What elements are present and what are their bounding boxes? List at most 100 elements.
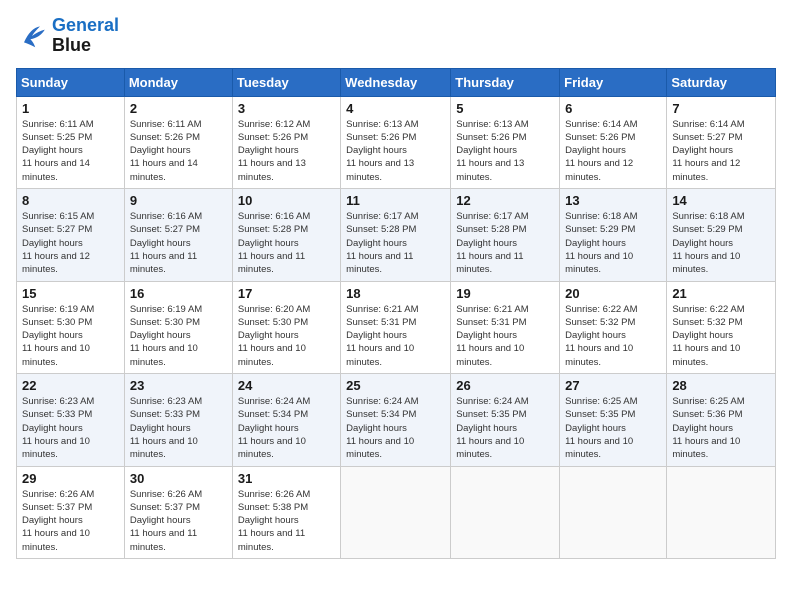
calendar-cell xyxy=(667,466,776,558)
calendar-week-3: 15 Sunrise: 6:19 AM Sunset: 5:30 PM Dayl… xyxy=(17,281,776,373)
weekday-header-monday: Monday xyxy=(124,68,232,96)
day-number: 2 xyxy=(130,101,227,116)
calendar-cell: 25 Sunrise: 6:24 AM Sunset: 5:34 PM Dayl… xyxy=(341,374,451,466)
logo-bird-icon xyxy=(16,20,48,52)
calendar-cell: 12 Sunrise: 6:17 AM Sunset: 5:28 PM Dayl… xyxy=(451,189,560,281)
calendar-week-5: 29 Sunrise: 6:26 AM Sunset: 5:37 PM Dayl… xyxy=(17,466,776,558)
day-info: Sunrise: 6:21 AM Sunset: 5:31 PM Dayligh… xyxy=(456,303,554,369)
day-number: 31 xyxy=(238,471,335,486)
day-info: Sunrise: 6:17 AM Sunset: 5:28 PM Dayligh… xyxy=(456,210,554,276)
day-number: 21 xyxy=(672,286,770,301)
calendar-cell: 19 Sunrise: 6:21 AM Sunset: 5:31 PM Dayl… xyxy=(451,281,560,373)
day-info: Sunrise: 6:14 AM Sunset: 5:26 PM Dayligh… xyxy=(565,118,661,184)
calendar-cell: 27 Sunrise: 6:25 AM Sunset: 5:35 PM Dayl… xyxy=(560,374,667,466)
day-info: Sunrise: 6:23 AM Sunset: 5:33 PM Dayligh… xyxy=(22,395,119,461)
day-number: 7 xyxy=(672,101,770,116)
calendar-cell: 11 Sunrise: 6:17 AM Sunset: 5:28 PM Dayl… xyxy=(341,189,451,281)
calendar-cell: 3 Sunrise: 6:12 AM Sunset: 5:26 PM Dayli… xyxy=(232,96,340,188)
day-number: 5 xyxy=(456,101,554,116)
day-info: Sunrise: 6:22 AM Sunset: 5:32 PM Dayligh… xyxy=(565,303,661,369)
calendar-cell: 21 Sunrise: 6:22 AM Sunset: 5:32 PM Dayl… xyxy=(667,281,776,373)
day-number: 27 xyxy=(565,378,661,393)
day-number: 22 xyxy=(22,378,119,393)
calendar-cell xyxy=(341,466,451,558)
day-number: 26 xyxy=(456,378,554,393)
day-number: 24 xyxy=(238,378,335,393)
weekday-header-tuesday: Tuesday xyxy=(232,68,340,96)
day-number: 30 xyxy=(130,471,227,486)
day-number: 3 xyxy=(238,101,335,116)
day-number: 28 xyxy=(672,378,770,393)
logo: GeneralBlue xyxy=(16,16,119,56)
calendar-cell: 20 Sunrise: 6:22 AM Sunset: 5:32 PM Dayl… xyxy=(560,281,667,373)
day-info: Sunrise: 6:26 AM Sunset: 5:37 PM Dayligh… xyxy=(22,488,119,554)
calendar-week-2: 8 Sunrise: 6:15 AM Sunset: 5:27 PM Dayli… xyxy=(17,189,776,281)
calendar-cell: 30 Sunrise: 6:26 AM Sunset: 5:37 PM Dayl… xyxy=(124,466,232,558)
day-number: 4 xyxy=(346,101,445,116)
day-number: 12 xyxy=(456,193,554,208)
day-info: Sunrise: 6:16 AM Sunset: 5:28 PM Dayligh… xyxy=(238,210,335,276)
calendar-cell: 26 Sunrise: 6:24 AM Sunset: 5:35 PM Dayl… xyxy=(451,374,560,466)
calendar-cell: 1 Sunrise: 6:11 AM Sunset: 5:25 PM Dayli… xyxy=(17,96,125,188)
day-number: 25 xyxy=(346,378,445,393)
calendar-cell: 2 Sunrise: 6:11 AM Sunset: 5:26 PM Dayli… xyxy=(124,96,232,188)
day-number: 8 xyxy=(22,193,119,208)
calendar-cell: 5 Sunrise: 6:13 AM Sunset: 5:26 PM Dayli… xyxy=(451,96,560,188)
calendar-cell: 4 Sunrise: 6:13 AM Sunset: 5:26 PM Dayli… xyxy=(341,96,451,188)
day-number: 9 xyxy=(130,193,227,208)
day-number: 19 xyxy=(456,286,554,301)
calendar-cell: 31 Sunrise: 6:26 AM Sunset: 5:38 PM Dayl… xyxy=(232,466,340,558)
day-info: Sunrise: 6:18 AM Sunset: 5:29 PM Dayligh… xyxy=(565,210,661,276)
day-info: Sunrise: 6:12 AM Sunset: 5:26 PM Dayligh… xyxy=(238,118,335,184)
day-info: Sunrise: 6:26 AM Sunset: 5:37 PM Dayligh… xyxy=(130,488,227,554)
weekday-header-friday: Friday xyxy=(560,68,667,96)
day-info: Sunrise: 6:11 AM Sunset: 5:25 PM Dayligh… xyxy=(22,118,119,184)
calendar-cell: 13 Sunrise: 6:18 AM Sunset: 5:29 PM Dayl… xyxy=(560,189,667,281)
calendar-cell: 22 Sunrise: 6:23 AM Sunset: 5:33 PM Dayl… xyxy=(17,374,125,466)
calendar-cell: 9 Sunrise: 6:16 AM Sunset: 5:27 PM Dayli… xyxy=(124,189,232,281)
weekday-header-row: SundayMondayTuesdayWednesdayThursdayFrid… xyxy=(17,68,776,96)
day-info: Sunrise: 6:13 AM Sunset: 5:26 PM Dayligh… xyxy=(456,118,554,184)
weekday-header-wednesday: Wednesday xyxy=(341,68,451,96)
day-info: Sunrise: 6:23 AM Sunset: 5:33 PM Dayligh… xyxy=(130,395,227,461)
day-info: Sunrise: 6:19 AM Sunset: 5:30 PM Dayligh… xyxy=(22,303,119,369)
day-info: Sunrise: 6:25 AM Sunset: 5:35 PM Dayligh… xyxy=(565,395,661,461)
calendar-cell: 24 Sunrise: 6:24 AM Sunset: 5:34 PM Dayl… xyxy=(232,374,340,466)
day-info: Sunrise: 6:11 AM Sunset: 5:26 PM Dayligh… xyxy=(130,118,227,184)
weekday-header-thursday: Thursday xyxy=(451,68,560,96)
day-number: 11 xyxy=(346,193,445,208)
day-info: Sunrise: 6:16 AM Sunset: 5:27 PM Dayligh… xyxy=(130,210,227,276)
calendar-cell: 17 Sunrise: 6:20 AM Sunset: 5:30 PM Dayl… xyxy=(232,281,340,373)
day-info: Sunrise: 6:18 AM Sunset: 5:29 PM Dayligh… xyxy=(672,210,770,276)
calendar-cell: 15 Sunrise: 6:19 AM Sunset: 5:30 PM Dayl… xyxy=(17,281,125,373)
day-number: 17 xyxy=(238,286,335,301)
day-number: 20 xyxy=(565,286,661,301)
calendar-cell xyxy=(560,466,667,558)
calendar-cell: 6 Sunrise: 6:14 AM Sunset: 5:26 PM Dayli… xyxy=(560,96,667,188)
day-number: 1 xyxy=(22,101,119,116)
page-header: GeneralBlue xyxy=(16,16,776,56)
weekday-header-saturday: Saturday xyxy=(667,68,776,96)
day-info: Sunrise: 6:24 AM Sunset: 5:35 PM Dayligh… xyxy=(456,395,554,461)
calendar-cell: 29 Sunrise: 6:26 AM Sunset: 5:37 PM Dayl… xyxy=(17,466,125,558)
day-info: Sunrise: 6:24 AM Sunset: 5:34 PM Dayligh… xyxy=(238,395,335,461)
day-info: Sunrise: 6:25 AM Sunset: 5:36 PM Dayligh… xyxy=(672,395,770,461)
day-number: 29 xyxy=(22,471,119,486)
calendar-week-4: 22 Sunrise: 6:23 AM Sunset: 5:33 PM Dayl… xyxy=(17,374,776,466)
calendar-cell: 28 Sunrise: 6:25 AM Sunset: 5:36 PM Dayl… xyxy=(667,374,776,466)
calendar-cell: 16 Sunrise: 6:19 AM Sunset: 5:30 PM Dayl… xyxy=(124,281,232,373)
day-number: 14 xyxy=(672,193,770,208)
calendar-cell: 7 Sunrise: 6:14 AM Sunset: 5:27 PM Dayli… xyxy=(667,96,776,188)
weekday-header-sunday: Sunday xyxy=(17,68,125,96)
day-info: Sunrise: 6:19 AM Sunset: 5:30 PM Dayligh… xyxy=(130,303,227,369)
day-number: 6 xyxy=(565,101,661,116)
logo-text: GeneralBlue xyxy=(52,16,119,56)
calendar-cell: 14 Sunrise: 6:18 AM Sunset: 5:29 PM Dayl… xyxy=(667,189,776,281)
day-number: 16 xyxy=(130,286,227,301)
day-info: Sunrise: 6:20 AM Sunset: 5:30 PM Dayligh… xyxy=(238,303,335,369)
day-info: Sunrise: 6:17 AM Sunset: 5:28 PM Dayligh… xyxy=(346,210,445,276)
day-number: 10 xyxy=(238,193,335,208)
day-info: Sunrise: 6:21 AM Sunset: 5:31 PM Dayligh… xyxy=(346,303,445,369)
day-info: Sunrise: 6:13 AM Sunset: 5:26 PM Dayligh… xyxy=(346,118,445,184)
calendar-cell: 18 Sunrise: 6:21 AM Sunset: 5:31 PM Dayl… xyxy=(341,281,451,373)
